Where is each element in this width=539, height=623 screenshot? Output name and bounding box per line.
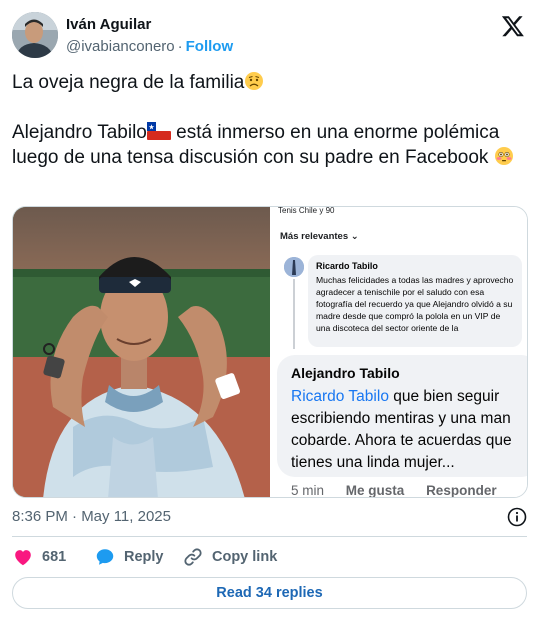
author-name[interactable]: Iván Aguilar	[66, 16, 151, 33]
fb-sort-label[interactable]: Más relevantes ⌄	[280, 231, 359, 242]
tweet-line-1: La oveja negra de la familia	[12, 70, 527, 95]
follow-button[interactable]: Follow	[186, 38, 234, 55]
reply-button[interactable]: Reply	[94, 545, 164, 569]
tweet-header: Iván Aguilar @ivabianconero · Follow	[12, 12, 527, 62]
divider	[12, 536, 527, 537]
tweet-line-2-part1: Alejandro Tabilo	[12, 122, 147, 143]
fb-comment2-author[interactable]: Alejandro Tabilo	[291, 364, 525, 382]
fb-reply-button[interactable]: Responder	[426, 483, 497, 497]
fb-comment1-avatar[interactable]	[284, 257, 304, 277]
copy-link-button[interactable]: Copy link	[182, 545, 277, 569]
tennis-player-photo[interactable]	[13, 207, 270, 498]
fb-comment-actions: 5 min Me gusta Responder	[291, 483, 515, 498]
reply-label: Reply	[124, 549, 164, 565]
info-icon[interactable]	[507, 507, 527, 527]
link-icon	[184, 548, 202, 566]
tweet-timestamp[interactable]: 8:36 PM · May 11, 2025	[12, 508, 171, 525]
author-handle[interactable]: @ivabianconero	[66, 38, 175, 55]
read-replies-button[interactable]: Read 34 replies	[12, 577, 527, 609]
worried-face-emoji	[245, 72, 264, 90]
engagement-bar: 681 Reply Copy link	[12, 545, 527, 569]
fb-like-button[interactable]: Me gusta	[346, 483, 405, 497]
fb-comment1-author[interactable]: Ricardo Tabilo	[316, 260, 514, 272]
timestamp-row: 8:36 PM · May 11, 2025	[12, 507, 527, 527]
chile-flag-emoji	[146, 122, 171, 140]
flushed-face-emoji	[494, 147, 513, 165]
tweet-media[interactable]: Tenis Chile y 90 Más relevantes ⌄ Ricard…	[12, 206, 528, 498]
fb-topbar-text: Tenis Chile y 90	[278, 207, 335, 215]
fb-comment-1: Ricardo Tabilo Muchas felicidades a toda…	[308, 255, 522, 347]
read-replies-label: Read 34 replies	[216, 585, 323, 601]
copy-link-label: Copy link	[212, 549, 278, 565]
chevron-down-icon: ⌄	[350, 231, 359, 242]
tweet-line-1-text: La oveja negra de la familia	[12, 72, 245, 93]
facebook-comments-screenshot[interactable]: Tenis Chile y 90 Más relevantes ⌄ Ricard…	[272, 207, 527, 498]
like-button[interactable]: 681	[12, 545, 66, 569]
heart-icon	[15, 550, 31, 566]
like-count: 681	[42, 549, 67, 565]
fb-comment-2: Alejandro Tabilo Ricardo Tabilo que bien…	[277, 355, 527, 477]
fb-topbar: Tenis Chile y 90	[278, 207, 334, 219]
fb-comment2-body: Ricardo Tabilo que bien seguir escribien…	[291, 386, 525, 474]
tweet-text: La oveja negra de la familia Alejandro T…	[12, 70, 527, 170]
separator-dot: ·	[177, 38, 183, 55]
speech-bubble-icon	[96, 549, 114, 565]
x-logo-icon[interactable]	[501, 14, 525, 38]
fb-thread-line	[293, 279, 295, 349]
fb-comment1-text: Muchas felicidades a todas las madres y …	[316, 275, 514, 333]
fb-comment-time: 5 min	[291, 483, 325, 498]
author-avatar[interactable]	[12, 12, 58, 58]
author-handle-row: @ivabianconero · Follow	[66, 38, 233, 55]
fb-sort-text: Más relevantes	[280, 231, 349, 242]
fb-comment2-mention[interactable]: Ricardo Tabilo	[291, 388, 389, 405]
tweet-line-2: Alejandro Tabilo está inmerso en una eno…	[12, 120, 527, 170]
